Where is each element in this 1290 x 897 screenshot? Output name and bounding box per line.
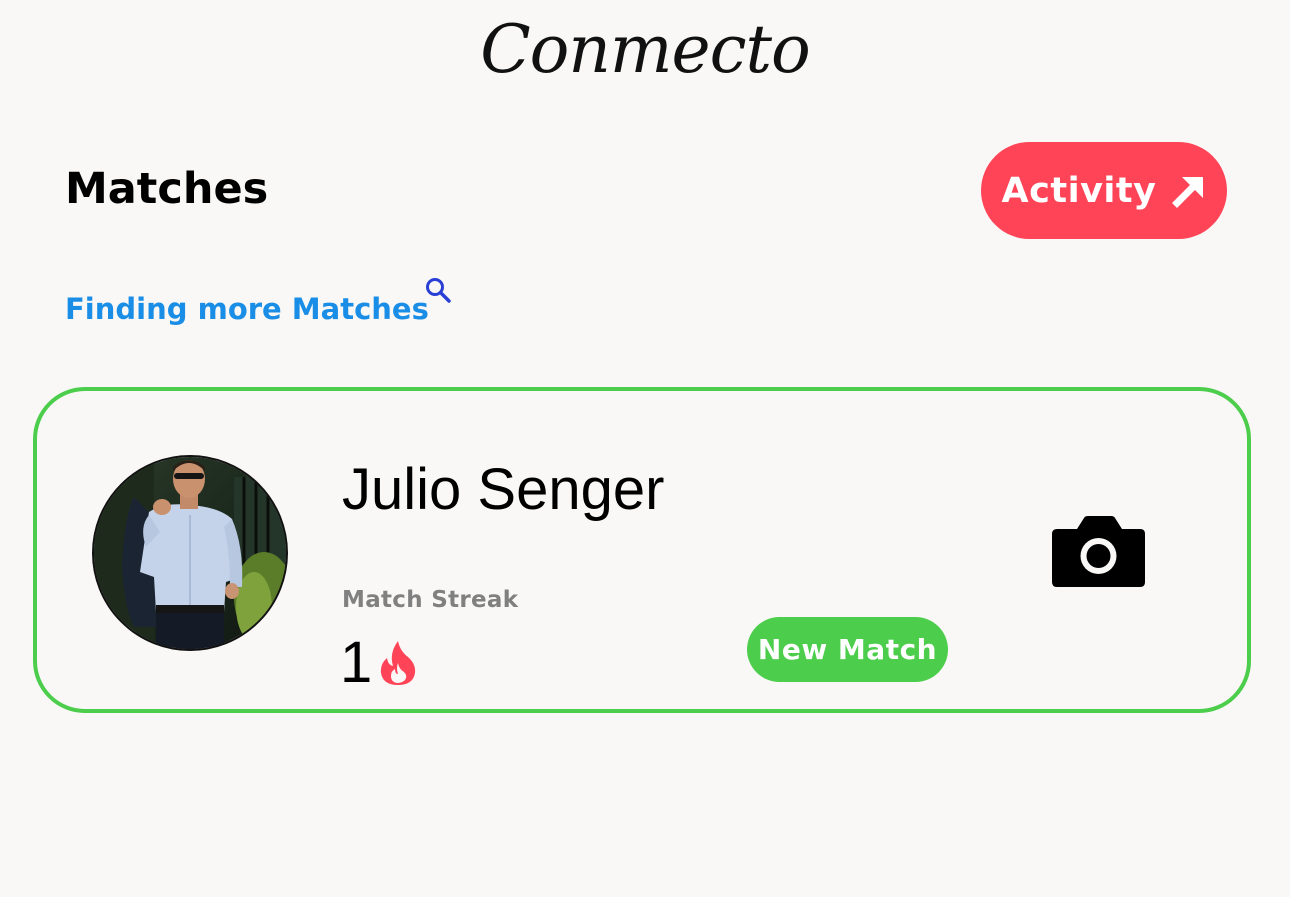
activity-button[interactable]: Activity: [981, 142, 1227, 239]
avatar[interactable]: [92, 455, 288, 651]
avatar-photo: [94, 457, 286, 649]
match-streak-value: 1: [340, 630, 373, 695]
search-icon[interactable]: [424, 276, 452, 304]
app-logo: Conmecto: [480, 11, 811, 88]
activity-button-label: Activity: [1001, 170, 1157, 211]
camera-icon[interactable]: [1051, 515, 1146, 588]
match-streak-label: Match Streak: [342, 587, 519, 613]
arrow-up-right-icon: [1172, 176, 1204, 208]
new-match-badge: New Match: [747, 617, 948, 682]
fire-icon: [380, 641, 416, 685]
page-title: Matches: [65, 164, 269, 214]
match-name: Julio Senger: [342, 457, 665, 522]
find-more-matches-link[interactable]: Finding more Matches: [65, 290, 429, 328]
